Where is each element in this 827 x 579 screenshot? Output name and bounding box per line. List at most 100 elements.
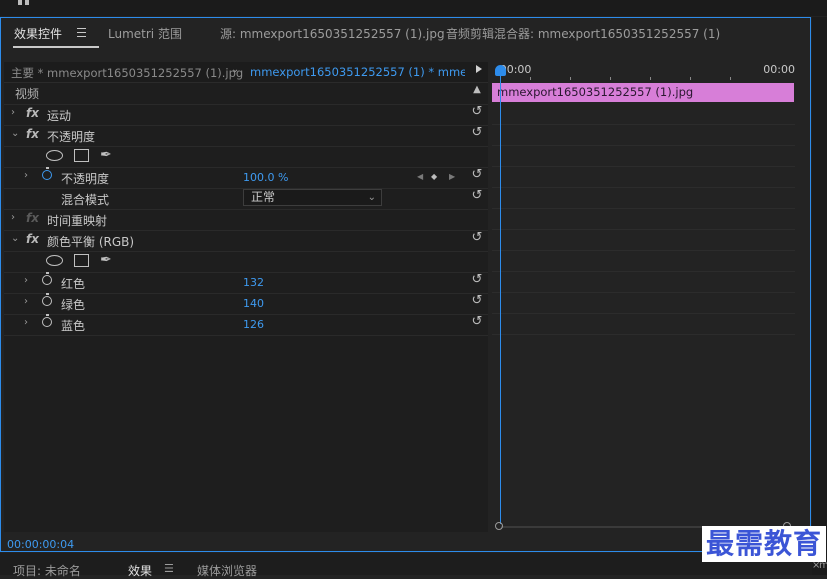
tab-source[interactable]: 源: mmexport1650351252557 (1).jpg [220,25,445,42]
reset-icon[interactable]: ↺ [470,105,484,119]
panel-tabs: 效果控件 Lumetri 范围 源: mmexport1650351252557… [1,18,810,48]
param-row-blue[interactable]: › 蓝色 126 ↺ [4,314,488,336]
chevron-down-icon: ⌄ [367,192,376,203]
track-divider [492,313,795,314]
tab-lumetri-scopes[interactable]: Lumetri 范围 [108,25,182,42]
track-divider [492,208,795,209]
panel-menu-icon[interactable]: ☰ [164,562,174,575]
blend-mode-select[interactable]: 正常 ⌄ [243,189,382,206]
track-divider [492,292,795,293]
chevron-right-icon[interactable]: › [24,317,32,328]
reset-icon[interactable]: ↺ [470,189,484,203]
ellipse-mask-icon[interactable] [46,255,63,266]
chevron-right-icon[interactable]: › [11,107,19,118]
track-divider [492,187,795,188]
param-row-blend-mode: 混合模式 正常 ⌄ ↺ [4,188,488,210]
timecode[interactable]: 00:00:00:04 [7,538,74,551]
green-value[interactable]: 140 [243,297,264,310]
ruler-tick [730,77,731,80]
pen-icon[interactable]: ✒ [100,252,116,268]
fx-icon[interactable]: fx [26,106,39,120]
mask-tools-row: ✒ [4,146,488,168]
timeline-clip[interactable]: mmexport1650351252557 (1).jpg [492,83,794,102]
param-row-red[interactable]: › 红色 132 ↺ [4,272,488,294]
track-divider [492,271,795,272]
effect-row-color-balance[interactable]: ⌄ fx 颜色平衡 (RGB) ↺ [4,230,488,252]
chevron-right-icon[interactable]: › [24,275,32,286]
param-row-green[interactable]: › 绿色 140 ↺ [4,293,488,315]
track-divider [492,166,795,167]
source-bar: 主要 * mmexport1650351252557 (1).jpg ⌄ mme… [4,62,488,83]
opacity-value[interactable]: 100.0 % [243,171,288,184]
track-divider [492,334,795,335]
playhead-line[interactable] [500,72,501,524]
ellipse-mask-icon[interactable] [46,150,63,161]
track-divider [492,229,795,230]
rectangle-mask-icon[interactable] [74,254,89,267]
playhead-handle[interactable] [495,65,506,76]
ruler-tick [650,77,651,80]
reset-icon[interactable]: ↺ [470,168,484,182]
param-name: 绿色 [61,298,86,312]
reset-icon[interactable]: ↺ [470,231,484,245]
track-divider [492,145,795,146]
track-divider [492,250,795,251]
timeline-area[interactable]: :00:00 00:00 mmexport1650351252557 (1).j… [490,62,795,532]
chevron-right-icon[interactable]: › [24,170,32,181]
red-value[interactable]: 132 [243,276,264,289]
reset-icon[interactable]: ↺ [470,315,484,329]
effect-name: 时间重映射 [47,214,108,228]
blue-value[interactable]: 126 [243,318,264,331]
effect-row-opacity[interactable]: ⌄ fx 不透明度 ↺ [4,125,488,147]
ruler-tick [690,77,691,80]
ruler-end-time: 00:00 [763,63,795,76]
param-row-opacity[interactable]: › 不透明度 100.0 % ◀ ◆ ▶ ↺ [4,167,488,189]
collapse-up-icon[interactable]: ▲ [470,83,484,97]
effect-row-motion[interactable]: › fx 运动 ↺ [4,104,488,126]
reset-icon[interactable]: ↺ [470,294,484,308]
tab-effect-controls[interactable]: 效果控件 [14,25,62,42]
stopwatch-icon[interactable] [42,272,52,285]
fx-icon[interactable]: fx [26,127,39,141]
grip-icon[interactable] [18,0,22,5]
stopwatch-icon[interactable] [42,293,52,306]
section-label: 视频 [15,87,40,101]
reset-icon[interactable]: ↺ [470,273,484,287]
time-ruler[interactable]: :00:00 00:00 [490,62,795,82]
reset-icon[interactable]: ↺ [470,126,484,140]
effect-name: 运动 [47,109,72,123]
chevron-down-icon[interactable]: ⌄ [231,64,239,75]
effect-name: 不透明度 [47,130,96,144]
play-icon[interactable] [476,65,482,73]
fx-icon: fx [26,211,39,225]
add-keyframe-icon[interactable]: ◆ [431,172,437,181]
next-keyframe-icon[interactable]: ▶ [449,172,455,181]
pen-icon[interactable]: ✒ [100,147,116,163]
tab-media-browser[interactable]: 媒体浏览器 [197,562,257,579]
param-name: 不透明度 [61,172,110,186]
sequence-clip-label[interactable]: mmexport1650351252557 (1) * mmexpor... [250,65,465,79]
chevron-down-icon[interactable]: ⌄ [11,233,19,244]
panel-menu-icon[interactable] [77,28,86,37]
stopwatch-icon[interactable] [42,314,52,327]
param-name: 红色 [61,277,86,291]
blend-mode-value: 正常 [251,190,276,204]
top-strip [0,0,827,16]
tab-audio-clip-mixer[interactable]: 音频剪辑混合器: mmexport1650351252557 (1) [446,25,720,42]
scrollbar-handle-left[interactable] [495,522,503,530]
tab-project[interactable]: 项目: 未命名 [13,562,81,579]
chevron-right-icon[interactable]: › [11,212,19,223]
mask-tools-row: ✒ [4,251,488,273]
chevron-down-icon[interactable]: ⌄ [11,128,19,139]
tab-effects[interactable]: 效果 [128,562,152,579]
rectangle-mask-icon[interactable] [74,149,89,162]
effect-row-time-remap[interactable]: › fx 时间重映射 [4,209,488,231]
ruler-tick [530,77,531,80]
effect-name: 颜色平衡 (RGB) [47,235,135,249]
stopwatch-icon[interactable] [42,167,52,180]
prev-keyframe-icon[interactable]: ◀ [417,172,423,181]
ruler-tick [610,77,611,80]
fx-icon[interactable]: fx [26,232,39,246]
chevron-right-icon[interactable]: › [24,296,32,307]
master-clip-label[interactable]: 主要 * mmexport1650351252557 (1).jpg [11,65,243,81]
